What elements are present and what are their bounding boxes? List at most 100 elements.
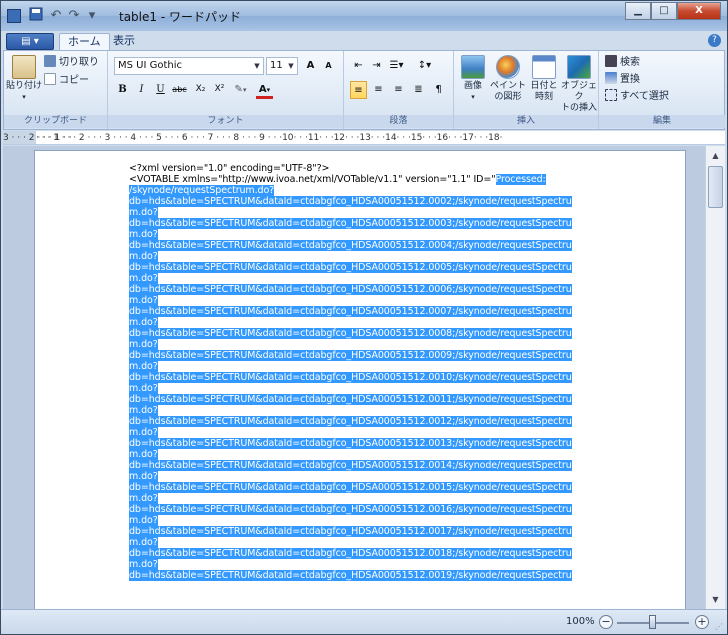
zoom-percent: 100% [566,616,595,627]
line-spacing-icon[interactable]: ↕▾ [416,57,433,75]
text-line: m.do? [129,515,609,526]
subscript-button[interactable]: X₂ [192,81,209,99]
text-line: db=hds&table=SPECTRUM&dataId=ctdabgfco_H… [129,548,609,559]
selected-text: db=hds&table=SPECTRUM&dataId=ctdabgfco_H… [129,394,572,405]
text-line: <VOTABLE xmlns="http://www.ivoa.net/xml/… [129,174,609,185]
text-line: m.do? [129,559,609,570]
paragraph-dialog-icon[interactable]: ¶ [430,81,447,99]
paint-palette-icon [496,55,520,79]
app-icon[interactable] [7,9,21,23]
align-left-icon[interactable]: ≡ [350,81,367,99]
align-center-icon[interactable]: ≡ [370,81,387,99]
resize-grip-icon[interactable]: ⋰ [715,622,725,632]
strikethrough-button[interactable]: abc [171,81,188,99]
shrink-font-button[interactable]: A [320,57,337,75]
tab-home[interactable]: ホーム [59,33,110,50]
date-time-button[interactable]: 日付と 時刻 [528,55,560,103]
insert-group: 画像 ▾ ペイント の図形 日付と 時刻 オブジェク トの挿入 挿入 [454,51,599,129]
text-line: db=hds&table=SPECTRUM&dataId=ctdabgfco_H… [129,306,609,317]
underline-button[interactable]: U [152,81,169,99]
text-line: m.do? [129,427,609,438]
selected-text: db=hds&table=SPECTRUM&dataId=ctdabgfco_H… [129,372,572,383]
selected-text: db=hds&table=SPECTRUM&dataId=ctdabgfco_H… [129,570,572,581]
decrease-indent-icon[interactable]: ⇤ [350,57,367,75]
paint-drawing-button[interactable]: ペイント の図形 [490,55,526,103]
tab-view[interactable]: 表示 [105,33,143,50]
selected-text: /skynode/requestSpectrum.do? [129,185,275,196]
select-all-label: すべて選択 [620,91,669,102]
customize-qat-icon[interactable]: ▾ [83,7,101,25]
minimize-button[interactable]: ▁ [625,2,651,20]
scroll-thumb[interactable] [708,166,723,208]
text-line: db=hds&table=SPECTRUM&dataId=ctdabgfco_H… [129,438,609,449]
insert-picture-button[interactable]: 画像 ▾ [458,55,488,103]
object-label-2: トの挿入 [560,103,597,113]
selected-text: db=hds&table=SPECTRUM&dataId=ctdabgfco_H… [129,460,572,471]
selected-text: db=hds&table=SPECTRUM&dataId=ctdabgfco_H… [129,240,572,251]
document-page[interactable]: <?xml version="1.0" encoding="UTF-8"?> <… [34,150,686,609]
clipboard-group-label: クリップボード [4,115,107,128]
insert-object-button[interactable]: オブジェク トの挿入 [560,55,598,114]
italic-button[interactable]: I [133,81,150,99]
selected-text: db=hds&table=SPECTRUM&dataId=ctdabgfco_H… [129,218,572,229]
selected-text: db=hds&table=SPECTRUM&dataId=ctdabgfco_H… [129,526,572,537]
edit-group: 検索 置換 すべて選択 編集 [599,51,725,129]
text-line: db=hds&table=SPECTRUM&dataId=ctdabgfco_H… [129,394,609,405]
text-line: m.do? [129,471,609,482]
window-title: table1 - ワードパッド [119,10,241,24]
ruler[interactable]: 3 · · · 2 · · · 1 · · · · · 1 · · · 2 · … [3,131,725,145]
selected-text: db=hds&table=SPECTRUM&dataId=ctdabgfco_H… [129,328,572,339]
clipboard-group: 貼り付け ▾ 切り取り コピー クリップボード [4,51,108,129]
cut-button[interactable]: 切り取り [44,55,99,71]
font-family-select[interactable]: MS UI Gothic ▼ [114,57,264,75]
bullet-list-icon[interactable]: ☰▾ [388,57,405,75]
font-size-select[interactable]: 11 ▼ [266,57,298,75]
zoom-out-button[interactable]: − [599,615,613,629]
vertical-scrollbar[interactable]: ▲ ▼ [705,146,725,609]
app-menu-button[interactable]: ▤ ▾ [6,33,54,50]
text-line: db=hds&table=SPECTRUM&dataId=ctdabgfco_H… [129,196,609,207]
highlight-color-button[interactable]: ✎▾ [232,81,249,99]
zoom-slider-thumb[interactable] [649,615,656,629]
zoom-in-button[interactable]: + [695,615,709,629]
grow-font-button[interactable]: A [302,57,319,75]
scroll-up-icon[interactable]: ▲ [708,148,723,163]
selected-text: m.do? [129,339,158,350]
ribbon-tabs: ▤ ▾ ホーム 表示 ? [1,31,727,50]
save-icon[interactable] [27,7,45,25]
paint-label-1: ペイント [490,81,527,91]
text-line: m.do? [129,207,609,218]
selected-text: m.do? [129,493,158,504]
align-right-icon[interactable]: ≡ [390,81,407,99]
replace-label: 置換 [620,74,640,85]
ribbon-home: 貼り付け ▾ 切り取り コピー クリップボード MS UI Gothic ▼ 1… [3,50,725,130]
xml-declaration: <?xml version="1.0" encoding="UTF-8"?> [129,163,330,174]
scissors-icon [44,55,56,67]
copy-button[interactable]: コピー [44,73,89,89]
select-all-button[interactable]: すべて選択 [605,89,669,105]
help-icon[interactable]: ? [708,34,721,47]
selected-text: db=hds&table=SPECTRUM&dataId=ctdabgfco_H… [129,438,572,449]
bold-button[interactable]: B [114,81,131,99]
redo-icon[interactable]: ↷ [65,7,83,25]
picture-icon [461,55,485,79]
replace-button[interactable]: 置換 [605,72,640,88]
increase-indent-icon[interactable]: ⇥ [368,57,385,75]
undo-icon[interactable]: ↶ [47,7,65,25]
selected-text: m.do? [129,295,158,306]
superscript-button[interactable]: X² [211,81,228,99]
text-line: /skynode/requestSpectrum.do? [129,185,609,196]
selected-text: m.do? [129,427,158,438]
justify-icon[interactable]: ≣ [410,81,427,99]
document-text[interactable]: <?xml version="1.0" encoding="UTF-8"?> <… [129,163,609,581]
find-button[interactable]: 検索 [605,55,640,71]
close-button[interactable]: X [677,2,721,20]
maximize-button[interactable]: □ [651,2,677,20]
scroll-down-icon[interactable]: ▼ [708,592,723,607]
font-color-button[interactable]: A▾ [256,81,273,99]
paste-button[interactable]: 貼り付け ▾ [6,55,42,103]
votable-open-tag: <VOTABLE xmlns="http://www.ivoa.net/xml/… [129,174,496,185]
binoculars-icon [605,55,617,67]
selected-text: db=hds&table=SPECTRUM&dataId=ctdabgfco_H… [129,482,572,493]
paste-icon [12,55,36,79]
